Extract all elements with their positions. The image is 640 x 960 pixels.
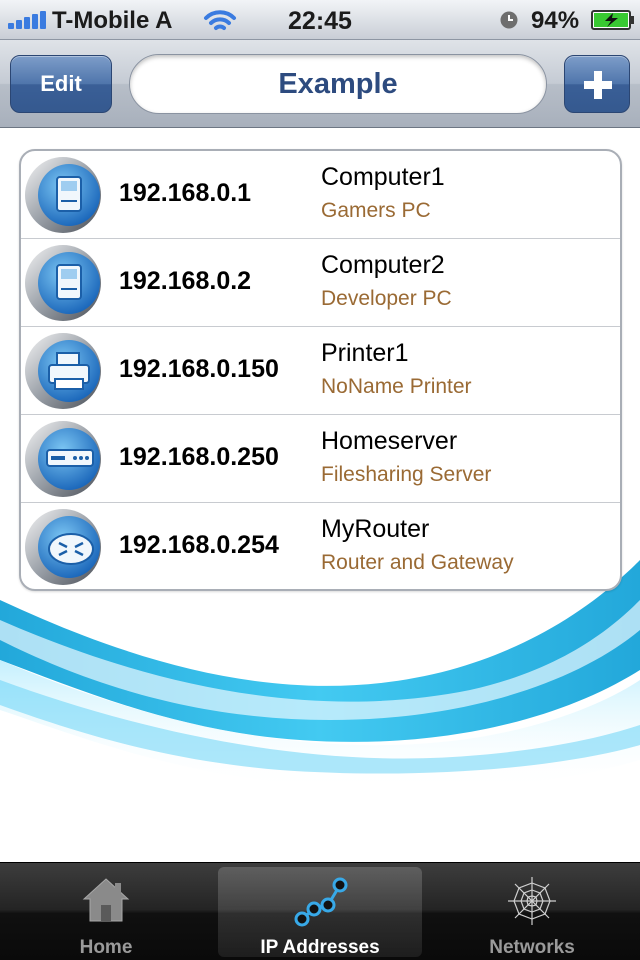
device-description: NoName Printer [321,375,472,398]
device-row-printer1[interactable]: 192.168.0.150 Printer1 NoName Printer [21,327,620,415]
alarm-icon [500,11,518,29]
tab-home[interactable]: Home [4,867,208,958]
device-row-myrouter[interactable]: 192.168.0.254 MyRouter Router and Gatewa… [21,503,620,589]
web-icon [508,877,556,925]
device-ip: 192.168.0.1 [119,179,252,207]
battery-percent: 94% [531,7,580,34]
device-ip: 192.168.0.250 [119,443,279,471]
battery-charging-icon [591,10,634,30]
edit-button[interactable]: Edit [10,55,112,113]
server-icon [25,421,101,497]
tab-ip-addresses[interactable]: IP Addresses [218,867,422,958]
ip-nodes-icon [294,877,348,927]
device-row-computer1[interactable]: 192.168.0.1 Computer1 Gamers PC [21,151,620,239]
device-ip: 192.168.0.2 [119,267,252,295]
device-description: Developer PC [321,287,452,310]
device-name: Printer1 [321,339,409,367]
device-name: Homeserver [321,427,458,455]
device-description: Gamers PC [321,199,431,222]
tab-label: Home [79,937,133,958]
device-row-homeserver[interactable]: 192.168.0.250 Homeserver Filesharing Ser… [21,415,620,503]
tab-bar: Home IP Addresses Networks [0,862,640,960]
router-icon [25,509,101,585]
page-title: Example [129,54,547,114]
tab-networks[interactable]: Networks [430,867,634,958]
tab-label: IP Addresses [260,937,380,958]
status-bar: T-Mobile A 22:45 94% [0,0,640,40]
device-name: MyRouter [321,515,430,543]
device-row-computer2[interactable]: 192.168.0.2 Computer2 Developer PC [21,239,620,327]
device-name: Computer2 [321,251,445,279]
tab-label: Networks [489,937,575,958]
home-icon [82,878,130,922]
device-name: Computer1 [321,163,445,191]
device-ip: 192.168.0.254 [119,531,279,559]
printer-icon [25,333,101,409]
navigation-bar: Edit Example [0,40,640,128]
device-description: Router and Gateway [321,551,514,574]
plus-icon [584,71,612,99]
add-device-button[interactable] [564,55,630,113]
device-description: Filesharing Server [321,463,492,486]
computer-icon [25,157,101,233]
device-ip: 192.168.0.150 [119,355,279,383]
computer-icon [25,245,101,321]
device-list: 192.168.0.1 Computer1 Gamers PC 192.168.… [19,149,622,591]
